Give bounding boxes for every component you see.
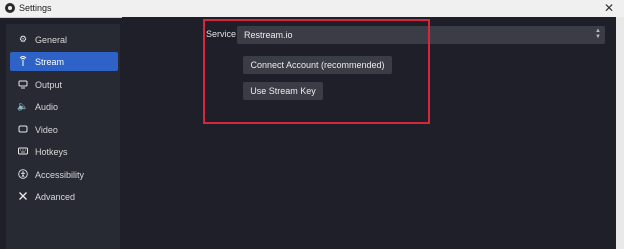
gear-icon: ⚙ [18, 34, 28, 44]
obs-logo-icon [5, 3, 15, 13]
sidebar-item-audio[interactable]: 🔈 Audio [10, 97, 118, 116]
sidebar-item-label: Advanced [35, 191, 76, 202]
close-icon[interactable]: ✕ [604, 1, 614, 15]
output-icon [16, 79, 30, 91]
speaker-icon: 🔈 [17, 101, 29, 111]
title-bar: Settings ✕ [0, 0, 624, 18]
settings-sidebar: ⚙ General Stream Output 🔈 Audio Video Ho… [6, 24, 120, 249]
tools-icon [16, 191, 30, 203]
window-title: Settings [19, 3, 52, 13]
window-edge [616, 17, 624, 249]
chevron-updown-icon: ▲ ▼ [595, 28, 601, 40]
accessibility-icon [16, 168, 30, 181]
sidebar-item-label: Hotkeys [35, 146, 68, 157]
monitor-icon [16, 124, 30, 136]
sidebar-item-output[interactable]: Output [10, 75, 118, 94]
keyboard-icon [16, 146, 30, 158]
sidebar-item-advanced[interactable]: Advanced [10, 187, 118, 206]
sidebar-item-label: Audio [35, 101, 59, 112]
sidebar-item-stream[interactable]: Stream [10, 52, 118, 71]
sidebar-item-label: General [35, 34, 68, 45]
sidebar-item-hotkeys[interactable]: Hotkeys [10, 142, 118, 161]
sidebar-item-label: Stream [35, 56, 65, 67]
sidebar-item-label: Video [35, 124, 58, 135]
sidebar-item-video[interactable]: Video [10, 120, 118, 139]
sidebar-item-label: Output [35, 79, 63, 90]
antenna-icon [16, 55, 30, 68]
highlight-box [203, 19, 430, 124]
sidebar-item-general[interactable]: ⚙ General [10, 30, 118, 49]
sidebar-item-label: Accessibility [35, 169, 85, 180]
sidebar-item-accessibility[interactable]: Accessibility [10, 165, 118, 184]
